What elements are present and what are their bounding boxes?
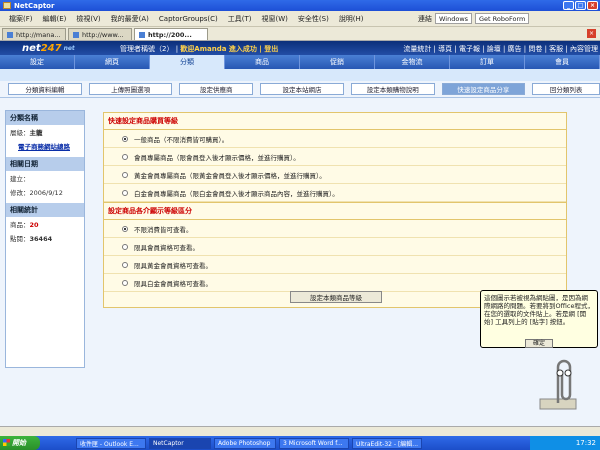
- nav-orders[interactable]: 訂單: [450, 55, 525, 69]
- nav-logistics[interactable]: 金物流: [375, 55, 450, 69]
- nav-settings[interactable]: 設定: [0, 55, 75, 69]
- sidebar-site-link[interactable]: 電子商務網站總路: [6, 139, 84, 153]
- subnav-quick-share[interactable]: 快速設定商品分享: [441, 83, 526, 95]
- nav-categories[interactable]: 分類: [150, 55, 225, 69]
- tab-bar: http://mana... http://www... http://200.…: [0, 27, 600, 41]
- menu-edit[interactable]: 編輯(E): [38, 14, 72, 24]
- nav-promotion[interactable]: 促銷: [300, 55, 375, 69]
- assistant-balloon: 這個圖示若被視為網貼圖，是因為網際網路的問題。若要將到Office程式，在您的選…: [480, 290, 598, 348]
- sidebar: 分類名稱 層級：主籠 電子商務網站總路 相關日期 建立： 修改：2006/9/1…: [5, 110, 85, 368]
- task-ultraedit[interactable]: UltraEdit-32 - [編輯...: [352, 437, 422, 449]
- windows-flag-icon: [3, 439, 10, 446]
- subnav-back-list[interactable]: 回分類列表: [532, 83, 600, 95]
- paperclip-icon[interactable]: [538, 355, 578, 410]
- radio-icon[interactable]: [122, 279, 128, 286]
- subnav-shopping-help[interactable]: 設定本類購物說明: [350, 83, 435, 95]
- subnav-store[interactable]: 設定本站網店: [260, 83, 344, 95]
- nav-members[interactable]: 會員: [525, 55, 600, 69]
- task-outlook[interactable]: 收件匣 - Outlook E...: [76, 437, 146, 449]
- main-nav: 設定 網頁 分類 商品 促銷 金物流 訂單 會員: [0, 55, 600, 69]
- clock: 17:32: [575, 439, 596, 447]
- menu-file[interactable]: 檔案(F): [4, 14, 38, 24]
- ie-icon: [73, 31, 79, 38]
- task-word[interactable]: 3 Microsoft Word f...: [279, 437, 349, 449]
- logo: net 247 net: [22, 42, 75, 54]
- menu-bar: 檔案(F) 編輯(E) 檢視(V) 我的最愛(A) CaptorGroups(C…: [0, 11, 600, 27]
- purchase-option-platinum[interactable]: 白金會員專屬商品（限白金會員登入後才顯示商品內容，並進行購買）。: [104, 184, 566, 202]
- subnav-supplier[interactable]: 設定供應商: [179, 83, 254, 95]
- radio-icon[interactable]: [122, 153, 128, 160]
- windows-search[interactable]: Windows: [435, 13, 473, 24]
- display-option-all[interactable]: 不限消費皆可查看。: [104, 220, 566, 238]
- site-header: net 247 net 管理者稱號（2） | 歡迎Amanda 進入成功 | 登出 …: [0, 41, 600, 55]
- radio-icon[interactable]: [122, 189, 128, 196]
- sidebar-dates-title: 相關日期: [6, 157, 84, 171]
- menu-security[interactable]: 安全性(S): [293, 14, 334, 24]
- header-links[interactable]: 流量統計 | 導頁 | 電子報 | 論壇 | 廣告 | 問卷 | 客服 | 內容…: [403, 44, 598, 54]
- display-option-member[interactable]: 限具會員資格可查看。: [104, 238, 566, 256]
- sidebar-category-title: 分類名稱: [6, 111, 84, 125]
- task-photoshop[interactable]: Adobe Photoshop: [214, 437, 276, 449]
- display-level-title: 設定商品各介顯示等級區分: [104, 202, 566, 220]
- nav-pages[interactable]: 網頁: [75, 55, 150, 69]
- radio-icon[interactable]: [122, 225, 128, 232]
- radio-icon[interactable]: [122, 261, 128, 268]
- purchase-option-gold[interactable]: 黃金會員專屬商品（限黃金會員登入後才顯示價格，並進行購買）。: [104, 166, 566, 184]
- purchase-option-member[interactable]: 會員專屬商品（限會員登入後才顯示價格，並進行購買）。: [104, 148, 566, 166]
- title-bar: NetCaptor _ □ ×: [0, 0, 600, 11]
- links-label[interactable]: 連結: [418, 14, 432, 24]
- menu-help[interactable]: 說明(H): [334, 14, 369, 24]
- task-netcaptor[interactable]: NetCaptor: [149, 437, 211, 449]
- menu-window[interactable]: 視窗(W): [257, 14, 293, 24]
- radio-icon[interactable]: [122, 135, 128, 142]
- radio-icon[interactable]: [122, 243, 128, 250]
- maximize-button[interactable]: □: [575, 1, 586, 10]
- roboform-button[interactable]: Get RoboForm: [475, 13, 530, 24]
- close-tab-icon[interactable]: ×: [587, 29, 596, 38]
- settings-form: 快速設定商品購買等級 一般商品（不限消費皆可購買）。 會員專屬商品（限會員登入後…: [103, 112, 567, 308]
- minimize-button[interactable]: _: [563, 1, 574, 10]
- purchase-option-general[interactable]: 一般商品（不限消費皆可購買）。: [104, 130, 566, 148]
- nav-products[interactable]: 商品: [225, 55, 300, 69]
- menu-favorites[interactable]: 我的最愛(A): [106, 14, 154, 24]
- subnav-upload-photo[interactable]: 上傳照圖選項: [88, 83, 173, 95]
- tab-1[interactable]: http://mana...: [2, 28, 66, 40]
- window-title: NetCaptor: [14, 1, 55, 10]
- app-icon: [3, 2, 11, 9]
- menu-view[interactable]: 檢視(V): [71, 14, 105, 24]
- tab-3[interactable]: http://200...: [134, 28, 208, 40]
- assistant-text: 這個圖示若被視為網貼圖，是因為網際網路的問題。若要將到Office程式，在您的選…: [484, 294, 594, 326]
- ie-icon: [139, 31, 145, 38]
- close-button[interactable]: ×: [587, 1, 598, 10]
- sidebar-items: 商品：20: [10, 221, 39, 229]
- sub-nav: 分類資料編輯 上傳照圖選項 設定供應商 設定本站網店 設定本類購物說明 快速設定…: [0, 81, 600, 98]
- menu-tools[interactable]: 工具(T): [223, 14, 257, 24]
- sidebar-created: 建立：: [10, 175, 30, 183]
- content-area: 分類名稱 層級：主籠 電子商務網站總路 相關日期 建立： 修改：2006/9/1…: [0, 98, 600, 426]
- system-tray: 17:32: [530, 436, 600, 450]
- radio-icon[interactable]: [122, 171, 128, 178]
- menu-captorgroups[interactable]: CaptorGroups(C): [154, 15, 223, 23]
- taskbar: 開始 收件匣 - Outlook E... NetCaptor Adobe Ph…: [0, 436, 600, 450]
- tab-2[interactable]: http://www...: [68, 28, 132, 40]
- assistant-ok-button[interactable]: 確定: [525, 339, 553, 348]
- status-bar: [0, 426, 600, 436]
- display-option-gold[interactable]: 限具黃金會員資格可查看。: [104, 256, 566, 274]
- submit-button[interactable]: 設定本類商品等級: [290, 291, 382, 303]
- ie-icon: [7, 31, 13, 38]
- sidebar-stats-title: 相關統計: [6, 203, 84, 217]
- welcome-text: 管理者稱號（2） | 歡迎Amanda 進入成功 | 登出: [120, 45, 279, 53]
- sidebar-level: 層級：主籠: [10, 129, 43, 137]
- sidebar-modified: 修改：2006/9/12: [10, 189, 63, 197]
- sidebar-clicks: 點閱：36464: [10, 235, 53, 243]
- purchase-level-title: 快速設定商品購買等級: [104, 113, 566, 130]
- start-button[interactable]: 開始: [0, 436, 40, 450]
- subnav-edit-category[interactable]: 分類資料編輯: [8, 83, 82, 95]
